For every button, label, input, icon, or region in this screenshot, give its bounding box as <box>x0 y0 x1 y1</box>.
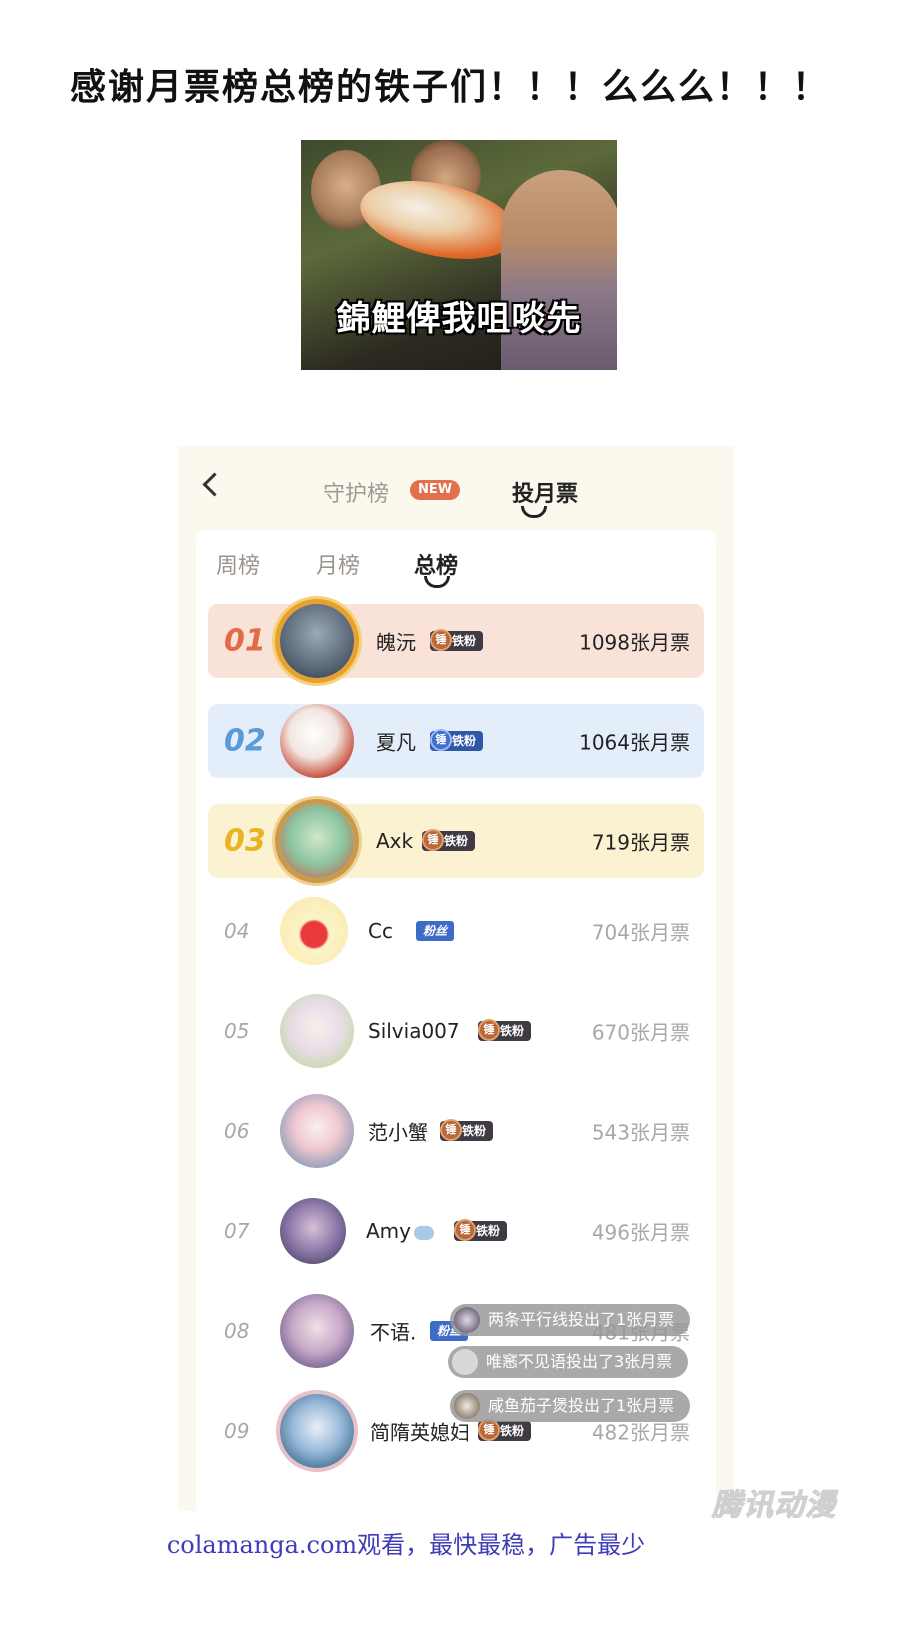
iron-fan-badge: 锤铁粉 <box>430 629 484 651</box>
app-screenshot: 守护榜 NEW 投月票 周榜 月榜 总榜 01 魄沅 锤铁粉 1098张月票 0… <box>178 446 734 1511</box>
badge-label: 铁粉 <box>452 634 477 648</box>
iron-fan-badge: 锤铁粉 <box>430 729 484 751</box>
user-name: 简隋英媳妇 <box>370 1420 470 1445</box>
hammer-icon: 锤 <box>430 729 452 751</box>
user-name: 夏凡 <box>376 730 416 755</box>
tencent-comic-watermark: 腾讯动漫 <box>712 1488 836 1524</box>
ranking-row[interactable]: 04 Cc 粉丝 704张月票 <box>208 894 704 968</box>
avatar[interactable] <box>280 897 348 965</box>
iron-fan-badge: 锤铁粉 <box>422 829 476 851</box>
tab-weekly[interactable]: 周榜 <box>216 548 260 580</box>
vote-count: 496张月票 <box>591 1220 690 1245</box>
vote-toast: 两条平行线投出了1张月票 <box>450 1304 691 1336</box>
avatar[interactable] <box>280 1094 354 1168</box>
footer-link-text[interactable]: colamanga.com观看，最快最稳，广告最少 <box>0 1525 812 1560</box>
user-name: 不语. <box>370 1320 417 1345</box>
tab-guard-ranking[interactable]: 守护榜 <box>323 476 389 508</box>
meme-figure <box>501 170 617 370</box>
ranking-row[interactable]: 03 Axk 锤铁粉 719张月票 <box>208 804 704 878</box>
avatar[interactable] <box>280 1394 354 1468</box>
badge-label: 铁粉 <box>500 1024 525 1038</box>
hammer-icon: 锤 <box>430 629 452 651</box>
tab-monthly[interactable]: 月榜 <box>316 548 360 580</box>
vote-count: 543张月票 <box>591 1120 690 1145</box>
avatar[interactable] <box>280 1198 346 1264</box>
rank-number: 02 <box>224 723 266 759</box>
meme-caption: 錦鯉俾我咀啖先 <box>336 299 582 339</box>
avatar[interactable] <box>280 1294 354 1368</box>
avatar[interactable] <box>280 704 354 778</box>
user-name: Cc <box>368 919 393 943</box>
rank-number: 01 <box>224 623 266 659</box>
ranking-row[interactable]: 07 Amy 锤铁粉 496张月票 <box>208 1194 704 1268</box>
rank-number: 09 <box>224 1419 250 1443</box>
new-badge: NEW <box>410 480 461 500</box>
iron-fan-badge: 锤铁粉 <box>440 1119 494 1141</box>
hammer-icon: 锤 <box>478 1019 500 1041</box>
headline: 感谢月票榜总榜的铁子们！！！么么么！！！ <box>69 67 830 108</box>
iron-fan-badge: 锤铁粉 <box>454 1219 508 1241</box>
active-tab-indicator-icon <box>521 506 547 518</box>
rank-number: 04 <box>224 919 250 943</box>
badge-label: 铁粉 <box>462 1124 487 1138</box>
user-name: 范小蟹 <box>368 1120 428 1145</box>
user-name-text: Amy <box>366 1219 411 1243</box>
ranking-row[interactable]: 02 夏凡 锤铁粉 1064张月票 <box>208 704 704 778</box>
rank-number: 07 <box>224 1219 250 1243</box>
iron-fan-badge: 锤铁粉 <box>478 1419 532 1441</box>
avatar[interactable] <box>280 804 354 878</box>
fan-badge: 粉丝 <box>416 921 455 941</box>
hammer-icon: 锤 <box>478 1419 500 1441</box>
rank-number: 08 <box>224 1319 250 1343</box>
koi-meme-image: 錦鯉俾我咀啖先 <box>301 140 617 370</box>
rank-number: 05 <box>224 1019 250 1043</box>
user-name: Axk <box>376 829 414 853</box>
vote-count: 1098张月票 <box>579 630 690 655</box>
avatar[interactable] <box>280 604 354 678</box>
user-name: 魄沅 <box>376 630 416 655</box>
avatar[interactable] <box>280 994 354 1068</box>
vote-count: 704张月票 <box>591 920 690 945</box>
ranking-row[interactable]: 01 魄沅 锤铁粉 1098张月票 <box>208 604 704 678</box>
toast-avatar <box>454 1393 480 1419</box>
ranking-row[interactable]: 06 范小蟹 锤铁粉 543张月票 <box>208 1094 704 1168</box>
toast-text: 两条平行线投出了1张月票 <box>488 1310 675 1329</box>
user-name: Silvia007 <box>368 1019 460 1043</box>
back-chevron-icon[interactable] <box>202 472 227 497</box>
toast-avatar <box>452 1349 478 1375</box>
vote-toast: 唯窸不见语投出了3张月票 <box>448 1346 689 1378</box>
vote-count: 670张月票 <box>591 1020 690 1045</box>
user-name: Amy <box>366 1219 434 1243</box>
rank-number: 03 <box>224 823 266 859</box>
active-subtab-indicator-icon <box>424 576 450 588</box>
toast-text: 咸鱼茄子煲投出了1张月票 <box>488 1396 675 1415</box>
toast-text: 唯窸不见语投出了3张月票 <box>486 1352 673 1371</box>
rank-number: 06 <box>224 1119 250 1143</box>
cloud-icon <box>414 1225 434 1240</box>
hammer-icon: 锤 <box>440 1119 462 1141</box>
badge-label: 铁粉 <box>444 834 469 848</box>
iron-fan-badge: 锤铁粉 <box>478 1019 532 1041</box>
toast-avatar <box>454 1307 480 1333</box>
badge-label: 铁粉 <box>500 1424 525 1438</box>
badge-label: 铁粉 <box>476 1224 501 1238</box>
hammer-icon: 锤 <box>422 829 444 851</box>
vote-count: 1064张月票 <box>579 730 690 755</box>
badge-label: 铁粉 <box>452 734 477 748</box>
vote-count: 719张月票 <box>591 830 690 855</box>
vote-toast: 咸鱼茄子煲投出了1张月票 <box>450 1390 691 1422</box>
ranking-row[interactable]: 05 Silvia007 锤铁粉 670张月票 <box>208 994 704 1068</box>
tab-monthly-vote[interactable]: 投月票 <box>512 476 578 508</box>
hammer-icon: 锤 <box>454 1219 476 1241</box>
